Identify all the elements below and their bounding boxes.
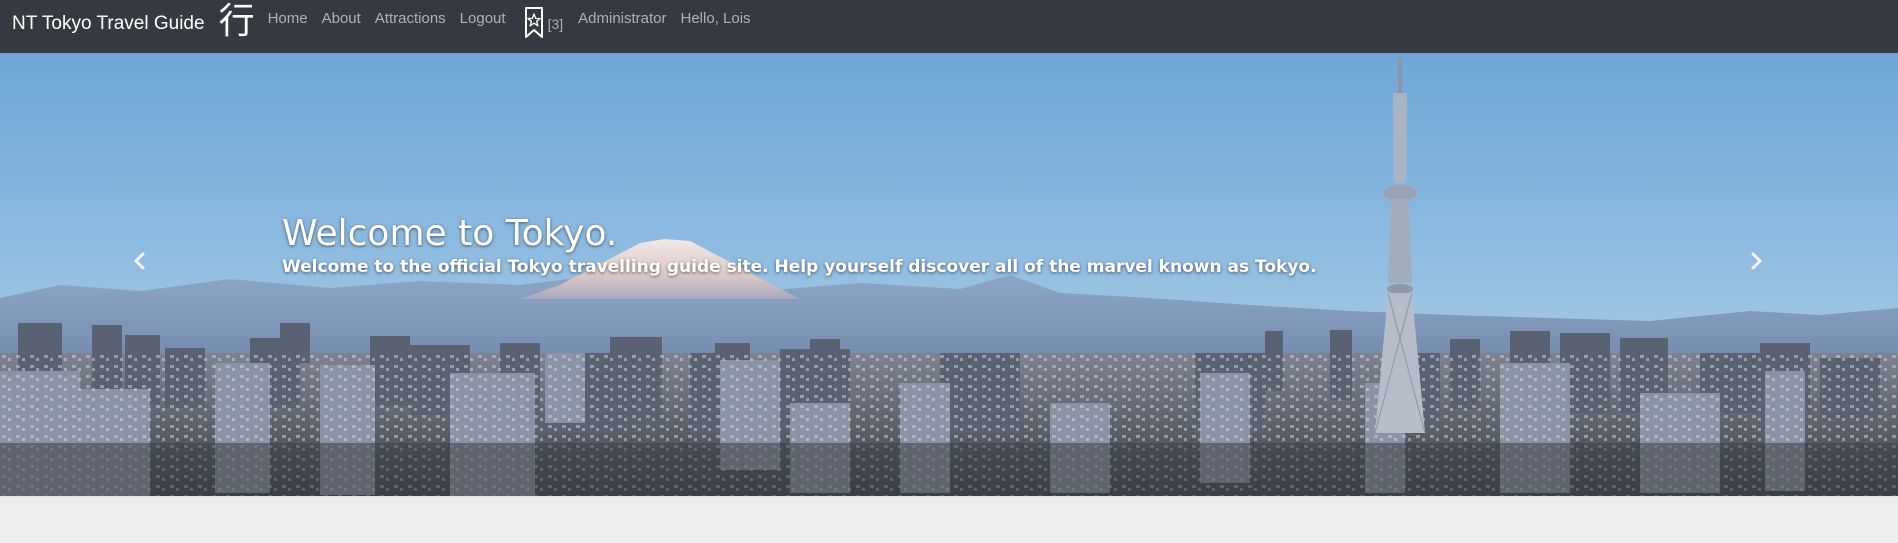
hero-carousel: Welcome to Tokyo. Welcome to the officia… [0,53,1898,497]
bookmark-star-icon [524,7,544,39]
chevron-left-icon [133,252,147,275]
nav-attractions[interactable]: Attractions [368,10,453,28]
nav-home[interactable]: Home [261,10,315,28]
main-nav: Home About Attractions Logout [261,0,513,28]
carousel-title: Welcome to Tokyo. [282,213,618,254]
user-nav: Administrator Hello, Lois [571,0,757,28]
brand-name: NT Tokyo Travel Guide [12,13,205,34]
carousel-caption: Welcome to Tokyo. Welcome to the officia… [282,213,1317,278]
bookmarks-link[interactable]: [3] [524,0,564,39]
nav-logout[interactable]: Logout [453,10,513,28]
nav-about[interactable]: About [315,10,368,28]
top-navbar: NT Tokyo Travel Guide 行 Home About Attra… [0,0,1898,53]
nav-user-greeting[interactable]: Hello, Lois [674,10,758,28]
carousel-prev-button[interactable] [125,248,155,278]
nav-administrator[interactable]: Administrator [571,10,673,28]
brand-link[interactable]: NT Tokyo Travel Guide 行 [0,0,255,40]
carousel-next-button[interactable] [1741,248,1771,278]
carousel-subtitle: Welcome to the official Tokyo travelling… [282,257,1317,277]
brand-logo-glyph: 行 [218,1,255,42]
chevron-right-icon [1749,252,1763,275]
bookmark-count: [3] [547,16,564,32]
content-area [0,497,1898,543]
